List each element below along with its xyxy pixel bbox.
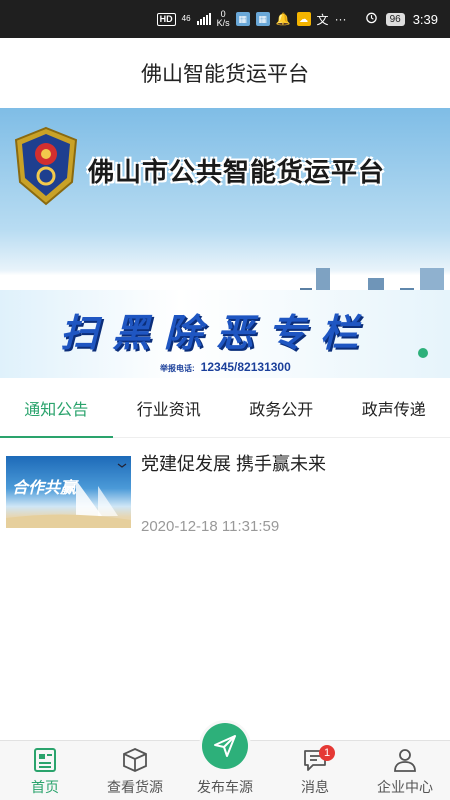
news-thumbnail-text: 合作共赢 — [12, 480, 77, 497]
user-icon — [394, 749, 416, 772]
home-doc-icon — [34, 748, 56, 772]
hd-indicator: HD — [156, 12, 176, 26]
news-title: 党建促发展 携手赢未来 — [141, 454, 326, 474]
nav-publish-vehicle[interactable]: 发布车源 — [180, 723, 270, 800]
hotline-label: 举报电话: — [160, 364, 195, 373]
banner-carousel[interactable]: 佛山市公共智能货运平台 扫黑除恶专栏 举报电话: 12345/82131300 — [0, 108, 450, 378]
app-notification-icon: ▦ — [235, 12, 250, 26]
bell-icon: 🔔 — [275, 12, 291, 26]
tab-government-affairs[interactable]: 政务公开 — [225, 378, 338, 437]
app-header: 佛山智能货运平台 — [0, 38, 450, 108]
banner-hotline: 举报电话: 12345/82131300 — [160, 360, 291, 374]
nav-enterprise-center-label: 企业中心 — [377, 779, 433, 795]
news-thumbnail: 合作共赢 — [6, 456, 131, 528]
news-list-item[interactable]: 合作共赢 党建促发展 携手赢未来 2020-12-18 11:31:59 — [0, 444, 450, 544]
nav-enterprise-center[interactable]: 企业中心 — [360, 741, 450, 800]
signal-icon — [196, 13, 211, 25]
page-title: 佛山智能货运平台 — [141, 63, 309, 86]
tab-government-voice[interactable]: 政声传递 — [338, 378, 450, 437]
clock: 3:39 — [412, 11, 438, 27]
police-emblem-icon — [14, 126, 78, 206]
carousel-indicator-dot[interactable] — [418, 348, 428, 358]
nav-home-label: 首页 — [31, 779, 59, 795]
more-icon: ··· — [334, 12, 347, 26]
news-category-tabs: 通知公告 行业资讯 政务公开 政声传递 — [0, 378, 450, 438]
network-type: 46 — [181, 14, 191, 23]
nav-messages[interactable]: 1 消息 — [270, 741, 360, 800]
send-plane-icon — [214, 735, 236, 757]
nav-publish-vehicle-label: 发布车源 — [197, 779, 253, 795]
network-speed: 0 K/s — [216, 9, 230, 28]
unread-badge: 1 — [319, 745, 335, 761]
battery-indicator: 96 — [385, 12, 405, 26]
nav-view-cargo[interactable]: 查看货源 — [90, 741, 180, 800]
nav-view-cargo-label: 查看货源 — [107, 779, 163, 795]
news-timestamp: 2020-12-18 11:31:59 — [141, 518, 280, 535]
banner-title: 佛山市公共智能货运平台 — [88, 157, 386, 187]
status-icons-right: 96 3:39 — [365, 11, 438, 27]
nav-home[interactable]: 首页 — [0, 741, 90, 800]
hotline-number: 12345/82131300 — [200, 360, 291, 374]
translate-icon: 文 — [316, 12, 329, 27]
weather-icon: ☁ — [296, 12, 311, 26]
alarm-icon — [365, 11, 378, 27]
tab-industry-news[interactable]: 行业资讯 — [113, 378, 226, 437]
publish-vehicle-button[interactable] — [202, 723, 248, 769]
box-icon — [123, 748, 147, 772]
banner-slogan: 扫黑除恶专栏 — [60, 313, 373, 355]
app-notification-icon-2: ▦ — [255, 12, 270, 26]
tab-notices[interactable]: 通知公告 — [0, 378, 113, 438]
status-icons-left: HD 46 0 K/s ▦ ▦ 🔔 ☁ 文 ··· — [156, 9, 347, 28]
bottom-navigation: 首页 查看货源 发布车源 1 消息 企业中心 — [0, 723, 450, 800]
status-bar: HD 46 0 K/s ▦ ▦ 🔔 ☁ 文 ··· 96 3:39 — [0, 0, 450, 38]
nav-messages-label: 消息 — [301, 779, 329, 795]
